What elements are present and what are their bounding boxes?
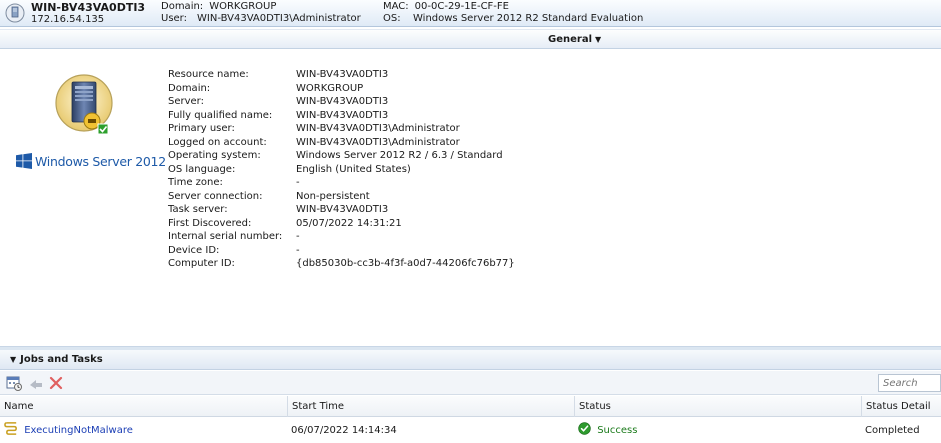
property-key: Server:	[168, 96, 204, 107]
job-status-cell: Success	[578, 418, 637, 443]
property-value: WIN-BV43VA0DTI3	[296, 96, 389, 107]
column-start-time[interactable]: Start Time	[287, 396, 574, 417]
property-row: Resource name: WIN-BV43VA0DTI3	[168, 68, 515, 82]
search-input[interactable]	[878, 374, 941, 392]
property-row: Operating system: Windows Server 2012 R2 …	[168, 149, 515, 163]
property-value: Non-persistent	[296, 190, 370, 202]
job-status-detail: Completed	[865, 425, 920, 436]
property-value: English (United States)	[296, 163, 411, 175]
property-key: Resource name:	[168, 69, 249, 80]
property-row: Logged on account: WIN-BV43VA0DTI3\Admini…	[168, 136, 515, 150]
property-row: Domain: WORKGROUP	[168, 82, 515, 96]
jobs-toolbar	[0, 371, 941, 395]
property-key: Server connection:	[168, 190, 263, 202]
jobs-tasks-title: Jobs and Tasks	[20, 354, 103, 365]
os-value: Windows Server 2012 R2 Standard Evaluati…	[413, 13, 644, 24]
jobs-tasks-header[interactable]: ▼ Jobs and Tasks	[0, 350, 941, 370]
property-key: Time zone:	[168, 177, 223, 188]
property-row: Server: WIN-BV43VA0DTI3	[168, 95, 515, 109]
os-label: OS:	[383, 13, 401, 24]
user-info: User: WIN-BV43VA0DTI3\Administrator	[161, 13, 361, 24]
column-status-detail[interactable]: Status Detail	[861, 396, 941, 417]
table-row[interactable]: ExecutingNotMalware 06/07/2022 14:14:34 …	[0, 418, 941, 443]
property-value: WIN-BV43VA0DTI3	[296, 109, 389, 121]
os-brand-text: Windows Server 2012	[35, 154, 166, 169]
property-value: WIN-BV43VA0DTI3	[296, 204, 389, 215]
property-row: First Discovered: 05/07/2022 14:31:21	[168, 217, 515, 231]
property-key: First Discovered:	[168, 217, 252, 229]
general-label: General	[548, 34, 592, 45]
property-value: -	[296, 244, 300, 256]
domain-info: Domain: WORKGROUP	[161, 1, 276, 12]
property-key: Primary user:	[168, 123, 235, 134]
job-name-link[interactable]: ExecutingNotMalware	[24, 425, 133, 436]
delete-icon[interactable]	[48, 375, 64, 391]
property-key: OS language:	[168, 163, 236, 175]
property-value: Windows Server 2012 R2 / 6.3 / Standard	[296, 150, 503, 161]
property-value: {db85030b-cc3b-4f3f-a0d7-44206fc76b77}	[296, 258, 515, 269]
property-row: Computer ID: {db85030b-cc3b-4f3f-a0d7-442…	[168, 257, 515, 271]
windows-server-brand: Windows Server 2012	[16, 153, 166, 169]
mac-value: 00-0C-29-1E-CF-FE	[414, 1, 509, 12]
property-row: Server connection: Non-persistent	[168, 190, 515, 204]
property-key: Device ID:	[168, 244, 220, 256]
computer-status-icon	[5, 3, 25, 23]
property-row: Fully qualified name: WIN-BV43VA0DTI3	[168, 109, 515, 123]
property-value: WIN-BV43VA0DTI3\Administrator	[296, 136, 460, 148]
property-row: Internal serial number: -	[168, 230, 515, 244]
success-check-icon	[578, 422, 591, 435]
general-bar: General ▼	[0, 29, 941, 49]
properties-list: Resource name: WIN-BV43VA0DTI3 Domain: WORK…	[168, 68, 515, 271]
ip-address: 172.16.54.135	[31, 14, 105, 25]
column-name[interactable]: Name	[0, 396, 287, 417]
user-label: User:	[161, 13, 187, 24]
property-key: Domain:	[168, 82, 211, 94]
rerun-icon[interactable]	[28, 375, 44, 391]
property-value: -	[296, 177, 300, 188]
property-key: Logged on account:	[168, 136, 267, 148]
column-status[interactable]: Status	[574, 396, 861, 417]
collapse-caret-icon[interactable]: ▼	[10, 355, 16, 364]
caret-down-icon: ▼	[595, 35, 602, 44]
server-icon	[55, 74, 113, 135]
domain-label: Domain:	[161, 1, 204, 12]
property-key: Computer ID:	[168, 258, 235, 269]
mac-label: MAC:	[383, 1, 409, 12]
user-value: WIN-BV43VA0DTI3\Administrator	[197, 13, 361, 24]
property-row: Device ID: -	[168, 244, 515, 258]
mac-info: MAC: 00-0C-29-1E-CF-FE	[383, 1, 509, 12]
property-value: WIN-BV43VA0DTI3\Administrator	[296, 123, 460, 134]
property-row: OS language: English (United States)	[168, 163, 515, 177]
os-info: OS: Windows Server 2012 R2 Standard Evalu…	[383, 13, 643, 24]
schedule-task-icon[interactable]	[6, 375, 22, 391]
property-value: 05/07/2022 14:31:21	[296, 217, 402, 229]
domain-value: WORKGROUP	[209, 1, 277, 12]
property-key: Operating system:	[168, 150, 261, 161]
property-value: WORKGROUP	[296, 82, 364, 94]
property-row: Primary user: WIN-BV43VA0DTI3\Administrat…	[168, 122, 515, 136]
property-key: Fully qualified name:	[168, 109, 273, 121]
job-name-cell: ExecutingNotMalware	[4, 418, 287, 443]
property-value: WIN-BV43VA0DTI3	[296, 69, 389, 80]
property-key: Task server:	[168, 204, 228, 215]
property-row: Task server: WIN-BV43VA0DTI3	[168, 203, 515, 217]
windows-logo-icon	[16, 153, 32, 169]
property-key: Internal serial number:	[168, 231, 283, 242]
jobs-table-header: Name Start Time Status Status Detail	[0, 396, 941, 417]
computer-header: WIN-BV43VA0DTI3 172.16.54.135 Domain: WOR…	[0, 0, 941, 27]
job-start-time: 06/07/2022 14:14:34	[291, 425, 397, 436]
task-script-icon	[4, 422, 17, 435]
general-menu[interactable]: General ▼	[548, 34, 601, 45]
property-value: -	[296, 231, 300, 242]
property-row: Time zone: -	[168, 176, 515, 190]
computer-name: WIN-BV43VA0DTI3	[31, 1, 146, 14]
job-status: Success	[597, 425, 638, 436]
